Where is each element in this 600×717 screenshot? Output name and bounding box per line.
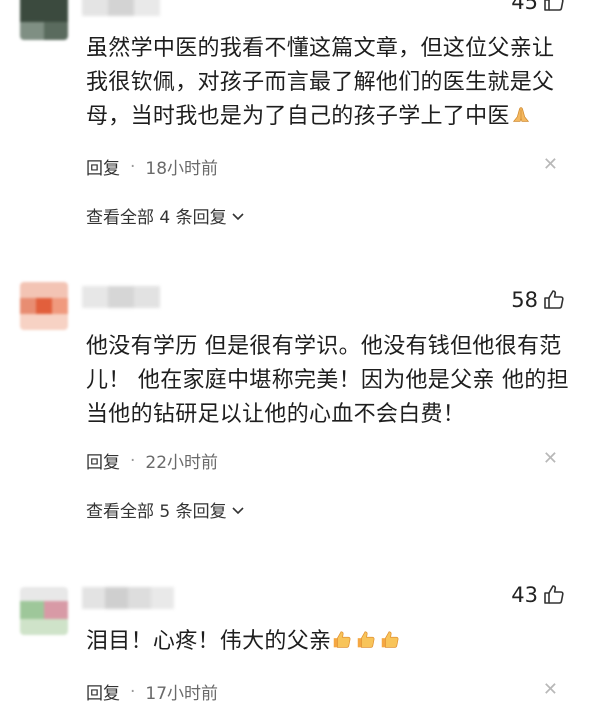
- thumbs-up-outline-icon: [544, 585, 564, 604]
- comment-line-with-emoji: 泪目！心疼！伟大的父亲: [86, 625, 580, 659]
- thumbs-up-emoji-icon: [334, 631, 351, 648]
- timestamp: 22小时前: [145, 453, 219, 473]
- comment-line: 儿！ 他在家庭中堪称完美！因为他是父亲 他的担: [86, 368, 569, 393]
- reply-button[interactable]: 回复: [86, 679, 120, 704]
- comment-line: 当他的钻研足以让他的心血不会白费！: [86, 402, 466, 427]
- like-button[interactable]: 58: [511, 288, 566, 312]
- close-icon[interactable]: ✕: [543, 679, 558, 700]
- username[interactable]: [82, 286, 160, 308]
- avatar[interactable]: [20, 282, 68, 330]
- thumbs-up-emoji-icon: [358, 631, 375, 648]
- separator-dot: ·: [130, 450, 136, 471]
- like-button[interactable]: 45: [511, 0, 566, 14]
- chevron-down-icon: [232, 212, 244, 220]
- like-count: 43: [511, 583, 538, 607]
- view-all-replies-link[interactable]: 查看全部 4 条回复: [86, 203, 245, 228]
- view-all-replies-link[interactable]: 查看全部 5 条回复: [86, 497, 245, 522]
- view-all-replies-label: 查看全部 4 条回复: [86, 208, 227, 228]
- comment-meta: 回复 · 18小时前: [86, 154, 219, 180]
- separator-dot: ·: [130, 156, 136, 177]
- reply-button[interactable]: 回复: [86, 448, 120, 473]
- separator-dot: ·: [130, 681, 136, 702]
- like-count: 45: [511, 0, 538, 14]
- folded-hands-emoji-icon: [512, 107, 529, 122]
- thumbs-up-outline-icon: [544, 0, 564, 11]
- avatar[interactable]: [20, 587, 68, 635]
- comment-text: 虽然学中医的我看不懂这篇文章，但这位父亲让 我很钦佩，对孩子而言最了解他们的医生…: [86, 32, 580, 134]
- comment-meta: 回复 · 22小时前: [86, 448, 219, 474]
- username[interactable]: [82, 0, 160, 16]
- close-icon[interactable]: ✕: [543, 448, 558, 469]
- avatar[interactable]: [20, 0, 68, 40]
- view-all-replies-label: 查看全部 5 条回复: [86, 502, 227, 522]
- like-button[interactable]: 43: [511, 583, 566, 607]
- close-icon[interactable]: ✕: [543, 154, 558, 175]
- comment-line: 虽然学中医的我看不懂这篇文章，但这位父亲让: [86, 36, 555, 61]
- timestamp: 17小时前: [145, 684, 219, 704]
- like-count: 58: [511, 288, 538, 312]
- comment-line: 他没有学历 但是很有学识。他没有钱但他很有范: [86, 334, 562, 359]
- thumbs-up-emoji-icon: [382, 631, 399, 648]
- username[interactable]: [82, 587, 174, 609]
- comment-line: 我很钦佩，对孩子而言最了解他们的医生就是父: [86, 70, 555, 95]
- comment-text: 泪目！心疼！伟大的父亲: [86, 625, 580, 659]
- comment-text: 他没有学历 但是很有学识。他没有钱但他很有范 儿！ 他在家庭中堪称完美！因为他是…: [86, 330, 580, 432]
- chevron-down-icon: [232, 506, 244, 514]
- thumbs-up-outline-icon: [544, 290, 564, 309]
- timestamp: 18小时前: [145, 159, 219, 179]
- comment-meta: 回复 · 17小时前: [86, 679, 219, 705]
- reply-button[interactable]: 回复: [86, 154, 120, 179]
- comment-line-with-emoji: 母，当时我也是为了自己的孩子学上了中医: [86, 100, 580, 134]
